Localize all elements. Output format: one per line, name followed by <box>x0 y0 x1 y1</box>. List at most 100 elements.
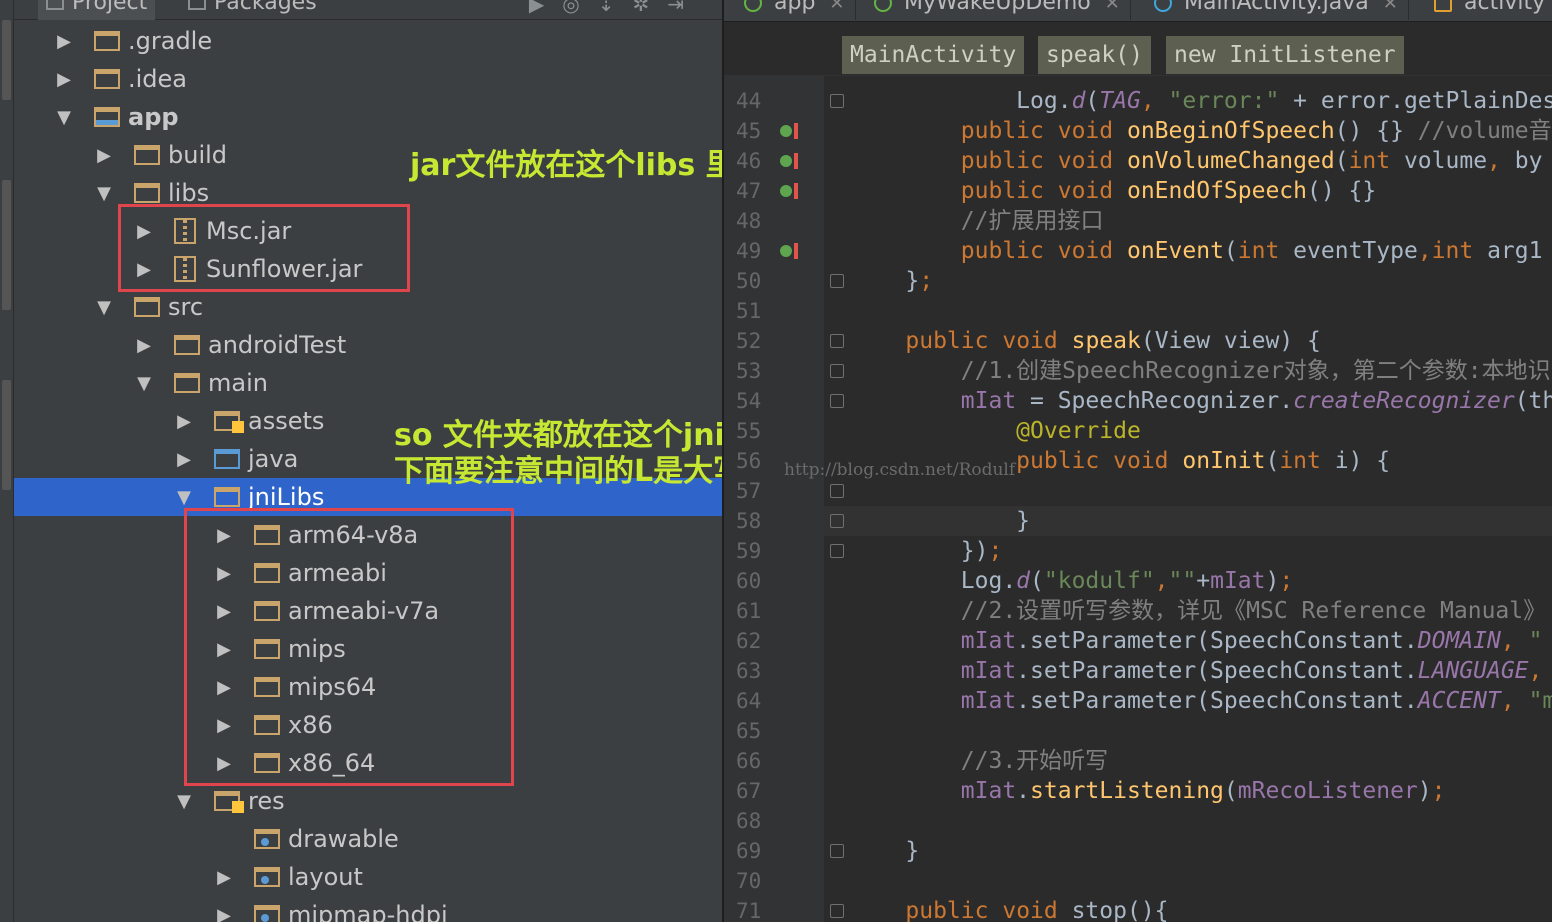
override-arrow-icon[interactable] <box>794 123 798 139</box>
fold-marker-icon[interactable] <box>830 394 844 408</box>
chevron-down-icon[interactable]: ▼ <box>176 791 192 812</box>
so-annotation-line1: so 文件夹都放在这个jniLibs <box>394 418 722 453</box>
breadcrumb-mainactivity[interactable]: MainActivity <box>842 36 1025 74</box>
project-tool-button[interactable] <box>2 20 11 100</box>
gear-icon[interactable]: ✲ <box>632 0 667 16</box>
chevron-right-icon[interactable]: ▶ <box>136 335 152 356</box>
packages-icon <box>188 0 206 10</box>
chevron-right-icon[interactable]: ▶ <box>216 905 232 922</box>
tree-item-label: .idea <box>128 65 188 93</box>
chevron-right-icon[interactable]: ▶ <box>176 449 192 470</box>
code-line[interactable]: //3.开始听写 <box>850 746 1108 776</box>
code-line[interactable]: } <box>850 506 1030 536</box>
close-icon[interactable]: ✕ <box>829 0 844 14</box>
implements-method-icon[interactable] <box>780 245 792 257</box>
tab-app[interactable]: app ✕ <box>734 0 856 20</box>
tree-item-androidtest[interactable]: ▶ androidTest <box>14 326 722 364</box>
chevron-right-icon[interactable]: ▶ <box>96 145 112 166</box>
fold-marker-icon[interactable] <box>830 514 844 528</box>
code-line[interactable]: }; <box>850 266 933 296</box>
close-icon[interactable]: ✕ <box>1105 0 1120 14</box>
code-line[interactable]: }); <box>850 536 1003 566</box>
code-line[interactable]: Log.d("kodulf",""+mIat); <box>850 566 1293 596</box>
override-arrow-icon[interactable] <box>794 153 798 169</box>
dropdown-arrow-icon[interactable]: ▶ <box>529 0 562 16</box>
code-line[interactable]: Log.d(TAG, "error:" + error.getPlainDes <box>850 86 1552 116</box>
tab-activity-layout[interactable]: activity <box>1424 0 1552 20</box>
close-icon[interactable]: ✕ <box>1383 0 1398 14</box>
code-line[interactable]: //1.创建SpeechRecognizer对象，第二个参数:本地识 <box>850 356 1551 386</box>
implements-method-icon[interactable] <box>780 125 792 137</box>
code-line[interactable]: //扩展用接口 <box>850 206 1104 236</box>
tab-mywakeupdemo[interactable]: MyWakeUpDemo ✕ <box>864 0 1131 20</box>
breadcrumb-initlistener[interactable]: new InitListener <box>1166 36 1404 74</box>
code-line[interactable]: mIat.setParameter(SpeechConstant.LANGUAG… <box>850 656 1543 686</box>
override-arrow-icon[interactable] <box>794 243 798 259</box>
tree-item-drawable[interactable]: drawable <box>14 820 722 858</box>
code-line[interactable]: public void onEvent(int eventType,int ar… <box>850 236 1543 266</box>
override-arrow-icon[interactable] <box>794 183 798 199</box>
code-line[interactable]: mIat.startListening(mRecoListener); <box>850 776 1446 806</box>
chevron-right-icon[interactable]: ▶ <box>176 411 192 432</box>
tab-project[interactable]: Project <box>38 0 156 20</box>
tree-item-label: jniLibs <box>248 483 325 511</box>
code-line[interactable]: public void onVolumeChanged(int volume, … <box>850 146 1543 176</box>
fold-marker-icon[interactable] <box>830 484 844 498</box>
tree-item-res[interactable]: ▼ res <box>14 782 722 820</box>
code-line[interactable]: public void onEndOfSpeech() {} <box>850 176 1376 206</box>
tree-item-mipmap-hdpi[interactable]: ▶ mipmap-hdpi <box>14 896 722 922</box>
chevron-down-icon[interactable]: ▼ <box>96 297 112 318</box>
chevron-down-icon[interactable]: ▼ <box>176 487 192 508</box>
fold-marker-icon[interactable] <box>830 364 844 378</box>
module-folder-icon <box>94 107 120 127</box>
fold-marker-icon[interactable] <box>830 904 844 918</box>
fold-marker-icon[interactable] <box>830 544 844 558</box>
class-icon <box>1154 0 1172 12</box>
line-number: 65 <box>736 719 762 743</box>
chevron-right-icon[interactable]: ▶ <box>56 31 72 52</box>
code-line[interactable]: mIat.setParameter(SpeechConstant.DOMAIN,… <box>850 626 1543 656</box>
tree-item-label: drawable <box>288 825 399 853</box>
so-annotation-line2: 下面要注意中间的L是大写的 <box>394 454 722 489</box>
code-line[interactable]: @Override <box>850 416 1141 446</box>
implements-method-icon[interactable] <box>780 185 792 197</box>
project-icon <box>46 0 64 10</box>
tab-packages[interactable]: Packages <box>180 0 325 20</box>
code-line[interactable]: public void speak(View view) { <box>850 326 1320 356</box>
fold-marker-icon[interactable] <box>830 844 844 858</box>
editor-tab-bar: app ✕ MyWakeUpDemo ✕ MainActivity.java ✕ ac… <box>724 0 1552 22</box>
tree-item-app[interactable]: ▼ app <box>14 98 722 136</box>
tree-item-idea[interactable]: ▶ .idea <box>14 60 722 98</box>
captures-tool-button[interactable] <box>2 380 11 490</box>
fold-marker-icon[interactable] <box>830 94 844 108</box>
implements-method-icon[interactable] <box>780 155 792 167</box>
tree-item-gradle[interactable]: ▶ .gradle <box>14 22 722 60</box>
tree-item-src[interactable]: ▼ src <box>14 288 722 326</box>
fold-marker-icon[interactable] <box>830 274 844 288</box>
code-line[interactable]: mIat = SpeechRecognizer.createRecognizer… <box>850 386 1552 416</box>
line-number: 56 <box>736 449 762 473</box>
target-icon[interactable]: ◎ <box>562 0 597 16</box>
code-line[interactable]: public void stop(){ <box>850 896 1168 922</box>
structure-tool-button[interactable] <box>2 180 11 310</box>
code-line[interactable]: mIat.setParameter(SpeechConstant.ACCENT,… <box>850 686 1552 716</box>
fold-marker-icon[interactable] <box>830 334 844 348</box>
assets-folder-icon <box>214 411 244 433</box>
breadcrumb-speak[interactable]: speak() <box>1038 36 1151 74</box>
chevron-right-icon[interactable]: ▶ <box>56 69 72 90</box>
chevron-right-icon[interactable]: ▶ <box>216 867 232 888</box>
watermark: http://blog.csdn.net/Rodulf <box>784 460 1016 480</box>
tab-mainactivity[interactable]: MainActivity.java ✕ <box>1144 0 1409 20</box>
code-line[interactable]: } <box>850 836 919 866</box>
code-line[interactable]: public void onBeginOfSpeech() {} //volum… <box>850 116 1552 146</box>
hide-icon[interactable]: ⇥ <box>667 0 702 16</box>
code-line[interactable]: //2.设置听写参数，详见《MSC Reference Manual》 <box>850 596 1546 626</box>
chevron-down-icon[interactable]: ▼ <box>136 373 152 394</box>
collapse-icon[interactable]: ⇣ <box>598 0 633 16</box>
line-number: 58 <box>736 509 762 533</box>
line-number: 64 <box>736 689 762 713</box>
chevron-down-icon[interactable]: ▼ <box>56 107 72 128</box>
tree-item-main[interactable]: ▼ main <box>14 364 722 402</box>
tree-item-layout[interactable]: ▶ layout <box>14 858 722 896</box>
chevron-down-icon[interactable]: ▼ <box>96 183 112 204</box>
